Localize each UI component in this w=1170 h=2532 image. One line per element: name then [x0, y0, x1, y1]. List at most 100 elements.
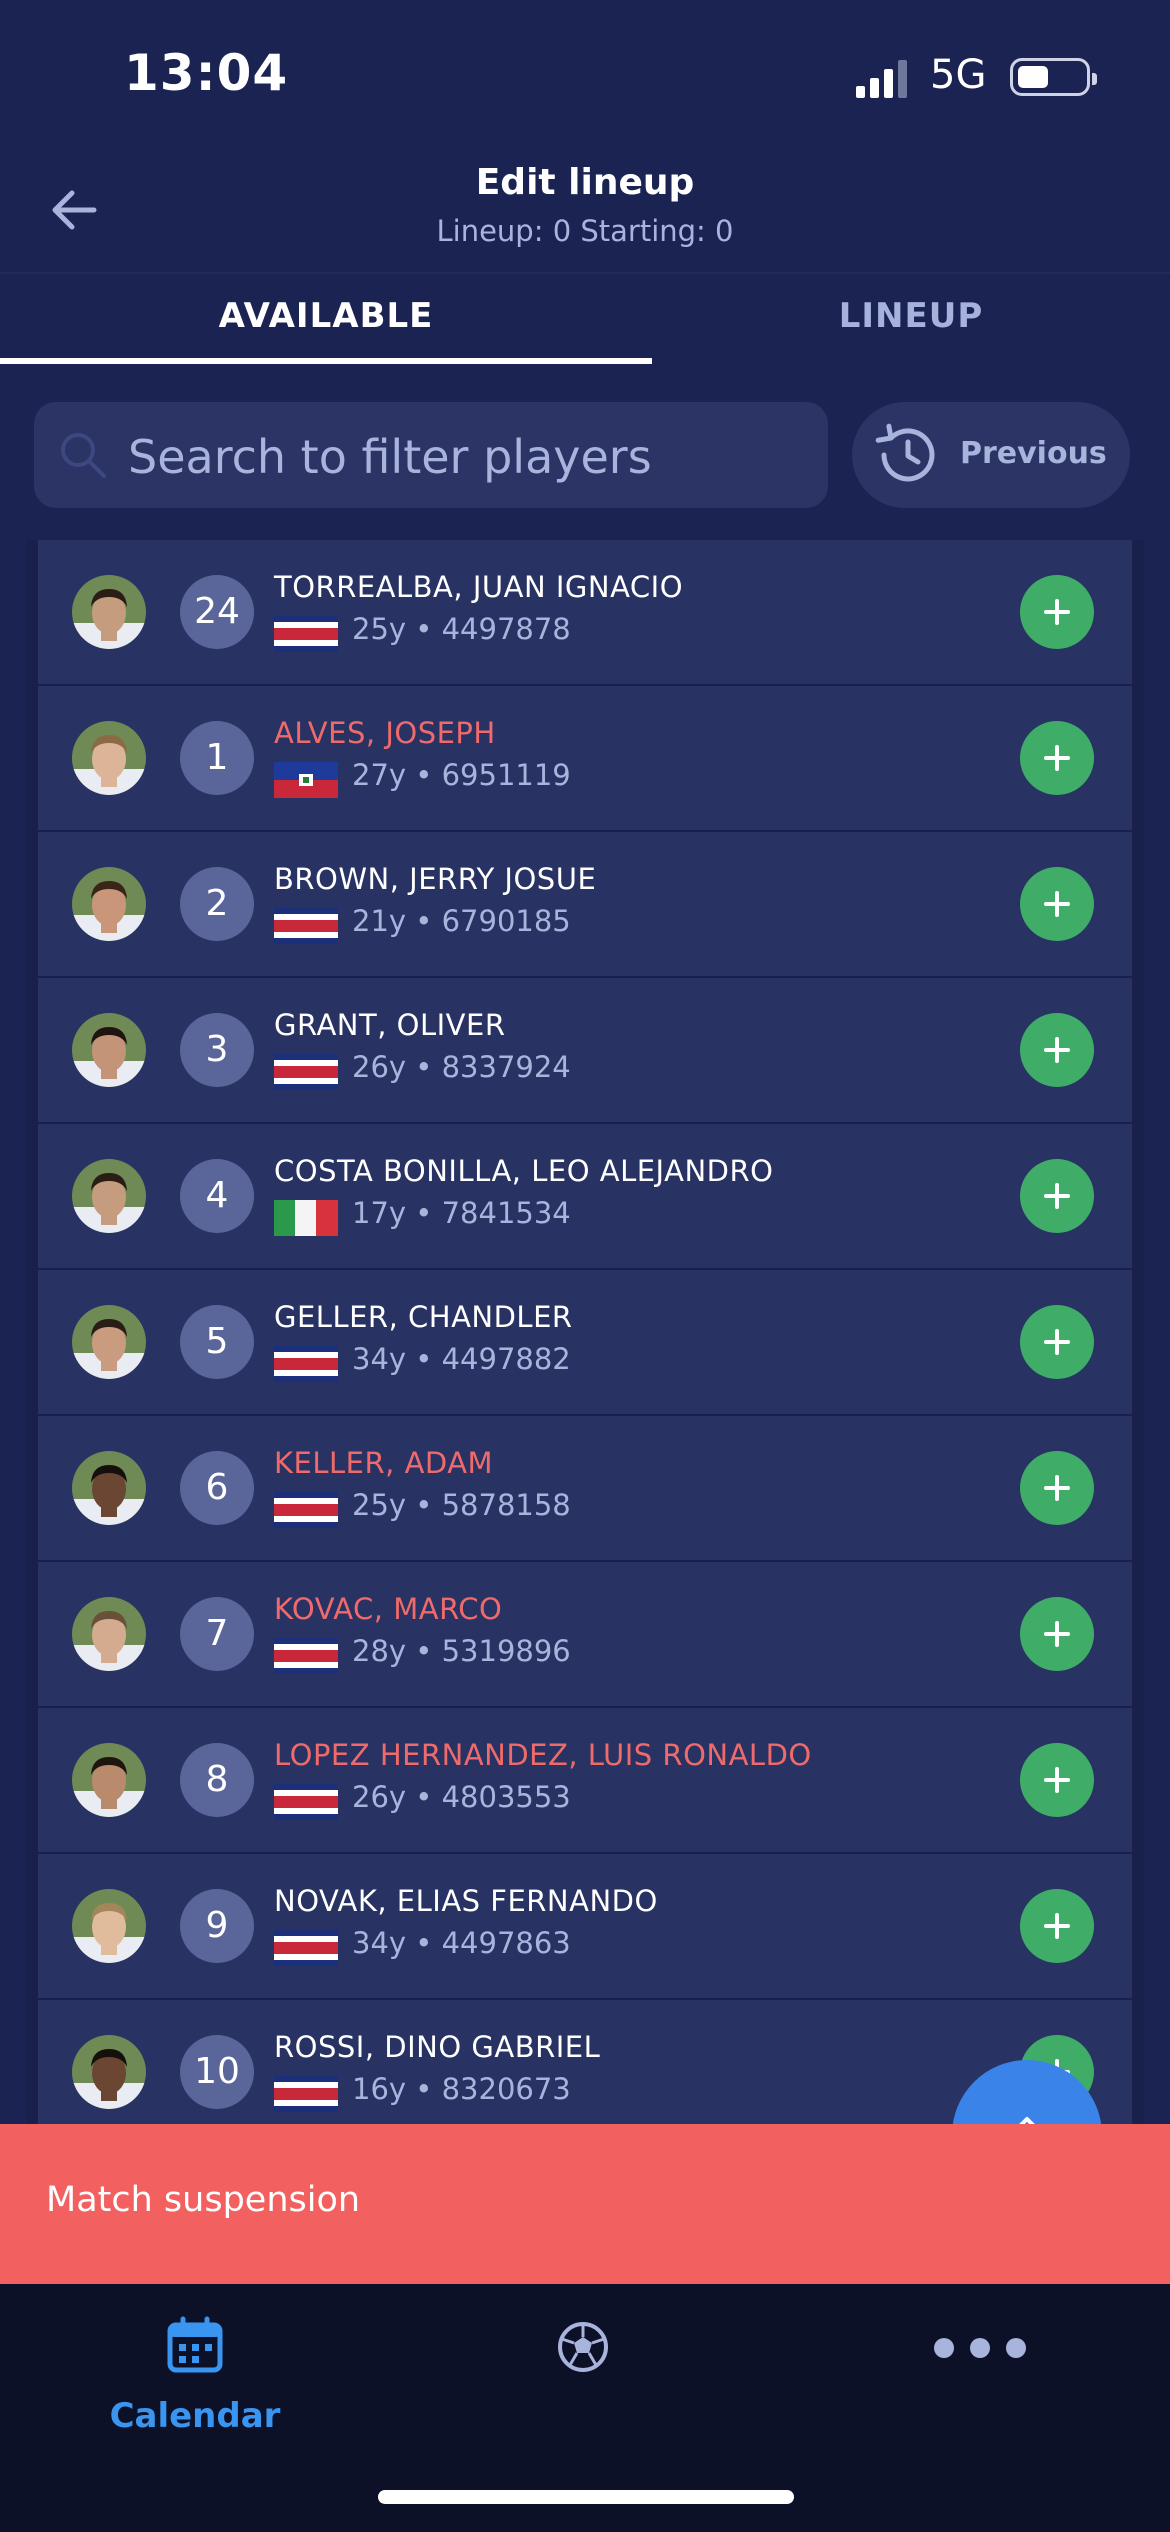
search-placeholder: Search to filter players [128, 430, 652, 484]
shirt-number: 4 [180, 1159, 254, 1233]
previous-label: Previous [960, 436, 1107, 471]
avatar [72, 1597, 146, 1671]
flag-icon [274, 908, 338, 944]
player-meta: 28y • 5319896 [352, 1634, 571, 1668]
avatar [72, 2035, 146, 2109]
player-name: ALVES, JOSEPH [274, 716, 496, 750]
page-title: Edit lineup [475, 162, 695, 203]
player-row[interactable]: 9 NOVAK, ELIAS FERNANDO 34y • 4497863 [38, 1854, 1132, 1998]
previous-button[interactable]: Previous [852, 402, 1130, 508]
snackbar-text: Match suspension [46, 2180, 361, 2220]
nav-calendar[interactable]: Calendar [70, 2314, 320, 2464]
player-name: GELLER, CHANDLER [274, 1300, 573, 1334]
flag-icon [274, 616, 338, 652]
tab-available[interactable]: AVAILABLE [0, 296, 652, 336]
shirt-number: 9 [180, 1889, 254, 1963]
flag-icon [274, 762, 338, 798]
status-bar: 13:04 5G [0, 0, 1170, 150]
player-row[interactable]: 4 COSTA BONILLA, LEO ALEJANDRO 17y • 78415… [38, 1124, 1132, 1268]
add-player-button[interactable] [1020, 721, 1094, 795]
more-dots-icon [930, 2338, 1030, 2362]
add-player-button[interactable] [1020, 1451, 1094, 1525]
shirt-number: 1 [180, 721, 254, 795]
shirt-number: 10 [180, 2035, 254, 2109]
add-player-button[interactable] [1020, 1889, 1094, 1963]
avatar [72, 575, 146, 649]
player-name: KOVAC, MARCO [274, 1592, 503, 1626]
bottom-nav: Calendar [0, 2284, 1170, 2532]
player-row[interactable]: 5 GELLER, CHANDLER 34y • 4497882 [38, 1270, 1132, 1414]
add-player-button[interactable] [1020, 1013, 1094, 1087]
shirt-number: 6 [180, 1451, 254, 1525]
shirt-number: 2 [180, 867, 254, 941]
player-row[interactable]: 8 LOPEZ HERNANDEZ, LUIS RONALDO 26y • 4803… [38, 1708, 1132, 1852]
player-name: LOPEZ HERNANDEZ, LUIS RONALDO [274, 1738, 812, 1772]
header: Edit lineup Lineup: 0 Starting: 0 [0, 150, 1170, 272]
player-row[interactable]: 24 TORREALBA, JUAN IGNACIO 25y • 4497878 [38, 540, 1132, 684]
avatar [72, 1305, 146, 1379]
nav-more[interactable] [900, 2314, 1050, 2464]
tab-lineup[interactable]: LINEUP [652, 296, 1170, 336]
add-player-button[interactable] [1020, 1597, 1094, 1671]
add-player-button[interactable] [1020, 1743, 1094, 1817]
player-meta: 17y • 7841534 [352, 1196, 571, 1230]
home-indicator [378, 2490, 794, 2504]
network-label: 5G [930, 52, 987, 98]
player-name: BROWN, JERRY JOSUE [274, 862, 597, 896]
calendar-icon [167, 2316, 223, 2373]
nav-calendar-label: Calendar [109, 2396, 281, 2436]
add-player-button[interactable] [1020, 1305, 1094, 1379]
avatar [72, 1889, 146, 1963]
flag-icon [274, 1200, 338, 1236]
player-meta: 27y • 6951119 [352, 758, 571, 792]
shirt-number: 8 [180, 1743, 254, 1817]
player-row[interactable]: 2 BROWN, JERRY JOSUE 21y • 6790185 [38, 832, 1132, 976]
lineup-count: Lineup: 0 Starting: 0 [436, 214, 734, 248]
avatar [72, 867, 146, 941]
search-icon [61, 433, 106, 478]
player-row[interactable]: 3 GRANT, OLIVER 26y • 8337924 [38, 978, 1132, 1122]
player-meta: 21y • 6790185 [352, 904, 571, 938]
player-meta: 34y • 4497863 [352, 1926, 571, 1960]
player-meta: 34y • 4497882 [352, 1342, 571, 1376]
shirt-number: 3 [180, 1013, 254, 1087]
avatar [72, 1743, 146, 1817]
flag-icon [274, 1638, 338, 1674]
soccer-ball-icon [558, 2322, 608, 2372]
nav-matches[interactable] [520, 2314, 650, 2464]
player-name: KELLER, ADAM [274, 1446, 494, 1480]
player-meta: 26y • 4803553 [352, 1780, 571, 1814]
add-player-button[interactable] [1020, 1159, 1094, 1233]
history-icon [875, 423, 935, 482]
player-row[interactable]: 1 ALVES, JOSEPH 27y • 6951119 [38, 686, 1132, 830]
player-meta: 16y • 8320673 [352, 2072, 571, 2106]
avatar [72, 1451, 146, 1525]
player-name: TORREALBA, JUAN IGNACIO [274, 570, 684, 604]
player-row[interactable]: 7 KOVAC, MARCO 28y • 5319896 [38, 1562, 1132, 1706]
player-meta: 25y • 4497878 [352, 612, 571, 646]
shirt-number: 5 [180, 1305, 254, 1379]
player-name: NOVAK, ELIAS FERNANDO [274, 1884, 658, 1918]
flag-icon [274, 1054, 338, 1090]
signal-icon [856, 60, 907, 98]
shirt-number: 7 [180, 1597, 254, 1671]
avatar [72, 1013, 146, 1087]
flag-icon [274, 1784, 338, 1820]
add-player-button[interactable] [1020, 867, 1094, 941]
snackbar: Match suspension [0, 2124, 1170, 2284]
player-meta: 25y • 5878158 [352, 1488, 571, 1522]
flag-icon [274, 1492, 338, 1528]
player-meta: 26y • 8337924 [352, 1050, 571, 1084]
player-name: COSTA BONILLA, LEO ALEJANDRO [274, 1154, 774, 1188]
flag-icon [274, 1930, 338, 1966]
tab-bar: AVAILABLE LINEUP [0, 272, 1170, 364]
player-list: 2 4 TORREALBA, JUAN IGNACIO 25y • 4497878 1 A… [26, 540, 1144, 2124]
search-input[interactable]: Search to filter players [34, 402, 828, 508]
flag-icon [274, 2076, 338, 2112]
add-player-button[interactable] [1020, 575, 1094, 649]
player-name: ROSSI, DINO GABRIEL [274, 2030, 601, 2064]
battery-icon [1010, 58, 1097, 96]
player-row[interactable]: 6 KELLER, ADAM 25y • 5878158 [38, 1416, 1132, 1560]
status-time: 13:04 [124, 44, 289, 102]
active-tab-indicator [0, 358, 652, 364]
